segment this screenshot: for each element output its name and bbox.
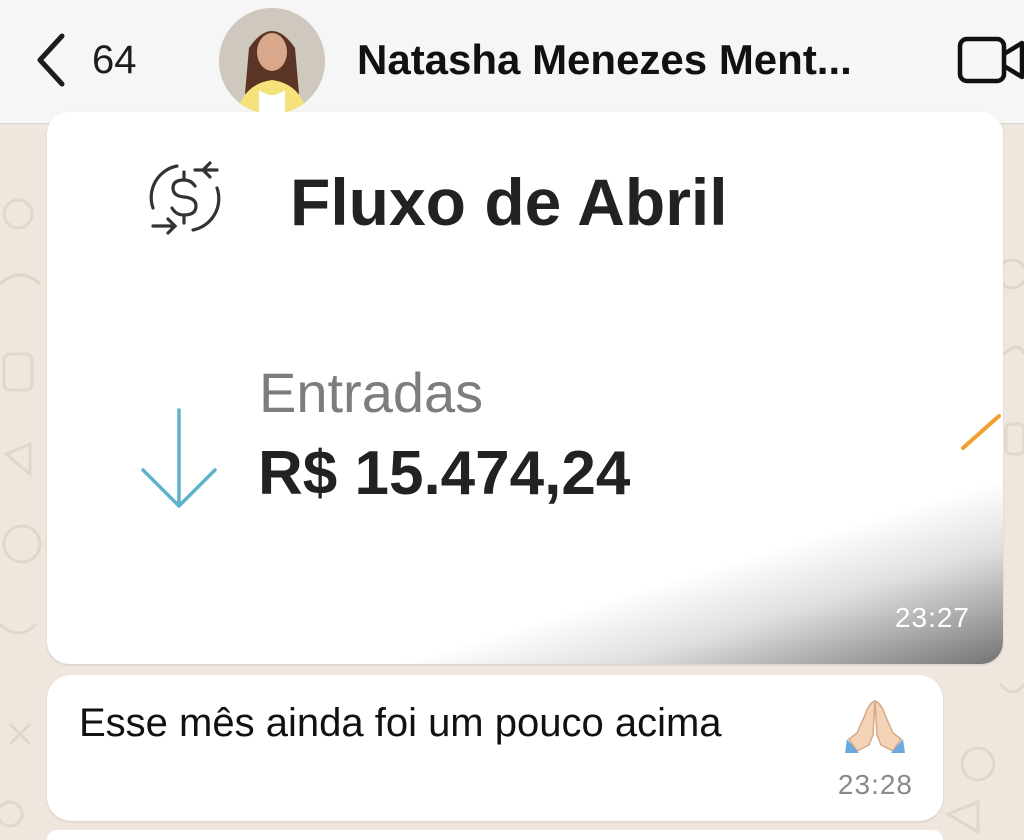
contact-avatar[interactable]: [219, 8, 325, 114]
contact-name[interactable]: Natasha Menezes Ment...: [357, 36, 917, 84]
text-message[interactable]: Esse mês ainda foi um pouco acima 23:28: [47, 675, 943, 821]
arrow-down-icon: [141, 408, 217, 508]
screenshot-income-label: Entradas: [259, 361, 484, 424]
chevron-left-icon: [37, 33, 65, 87]
unread-count: 64: [92, 37, 137, 82]
video-call-button[interactable]: [956, 34, 1024, 86]
folded-hands-icon: [845, 699, 905, 753]
chat-header: 64 Natasha Menezes Ment...: [0, 0, 1024, 124]
screenshot-title: Fluxo de Abril: [290, 165, 728, 239]
message-time: 23:27: [894, 602, 970, 633]
video-camera-icon: [957, 36, 1024, 84]
message-time: 23:28: [837, 769, 913, 800]
image-message[interactable]: Fluxo de Abril Entradas R$ 15.474,24 23:…: [47, 112, 1003, 664]
orange-line-icon: [961, 414, 1001, 450]
screenshot-income-value: R$ 15.474,24: [258, 439, 631, 508]
dollar-cycle-icon: [149, 161, 221, 235]
back-button[interactable]: 64: [34, 24, 137, 96]
next-message-edge: [47, 830, 943, 840]
message-text: Esse mês ainda foi um pouco acima: [79, 701, 722, 745]
